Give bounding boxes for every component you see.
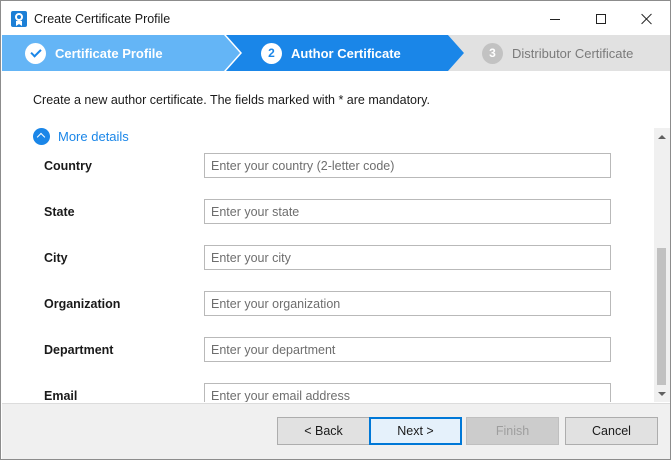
city-input[interactable] — [204, 245, 611, 270]
create-certificate-profile-window: Create Certificate Profile Certificate P… — [0, 0, 671, 460]
vertical-scrollbar[interactable] — [654, 128, 670, 402]
minimize-button[interactable] — [532, 1, 578, 37]
state-input[interactable] — [204, 199, 611, 224]
more-details-label: More details — [58, 129, 129, 144]
scrollbar-thumb[interactable] — [657, 248, 666, 385]
next-button[interactable]: Next > — [369, 417, 462, 445]
minimize-icon — [550, 18, 560, 20]
more-details-toggle[interactable]: More details — [33, 128, 129, 145]
organization-label: Organization — [44, 297, 121, 311]
step-number-badge: 3 — [482, 42, 503, 64]
window-title: Create Certificate Profile — [34, 12, 171, 26]
form-row-state: State — [2, 199, 654, 229]
country-input[interactable] — [204, 153, 611, 178]
dialog-footer: < Back Next > Finish Cancel — [2, 403, 670, 459]
cancel-button[interactable]: Cancel — [565, 417, 658, 445]
finish-button[interactable]: Finish — [466, 417, 559, 445]
department-input[interactable] — [204, 337, 611, 362]
maximize-icon — [596, 14, 606, 24]
close-button[interactable] — [624, 1, 670, 37]
form-row-country: Country — [2, 153, 654, 183]
form-row-department: Department — [2, 337, 654, 367]
step-author-certificate: 2 Author Certificate — [226, 35, 464, 71]
step-distributor-certificate: 3 Distributor Certificate — [448, 35, 670, 71]
city-label: City — [44, 251, 68, 265]
form-row-organization: Organization — [2, 291, 654, 321]
country-label: Country — [44, 159, 92, 173]
close-icon — [641, 13, 653, 25]
step-label: Author Certificate — [291, 45, 401, 61]
form-row-email: Email — [2, 383, 654, 402]
scroll-down-arrow-icon[interactable] — [654, 385, 670, 402]
step-completed-badge — [25, 42, 46, 64]
scroll-up-arrow-icon[interactable] — [654, 128, 670, 145]
organization-input[interactable] — [204, 291, 611, 316]
department-label: Department — [44, 343, 114, 357]
form-scroll-area: More details Country State City Organiza… — [2, 128, 654, 402]
email-input[interactable] — [204, 383, 611, 402]
step-number-badge: 2 — [261, 42, 282, 64]
checkmark-icon — [29, 45, 42, 58]
wizard-stepper: Certificate Profile 2 Author Certificate… — [2, 35, 670, 71]
instruction-text: Create a new author certificate. The fie… — [33, 93, 430, 107]
title-bar: Create Certificate Profile — [1, 1, 670, 37]
certificate-app-icon — [11, 11, 27, 27]
maximize-button[interactable] — [578, 1, 624, 37]
step-label: Distributor Certificate — [512, 45, 634, 61]
form-row-city: City — [2, 245, 654, 275]
state-label: State — [44, 205, 75, 219]
step-certificate-profile: Certificate Profile — [2, 35, 240, 71]
back-button[interactable]: < Back — [277, 417, 370, 445]
email-label: Email — [44, 389, 78, 402]
chevron-up-icon — [33, 128, 50, 145]
step-label: Certificate Profile — [55, 45, 163, 61]
